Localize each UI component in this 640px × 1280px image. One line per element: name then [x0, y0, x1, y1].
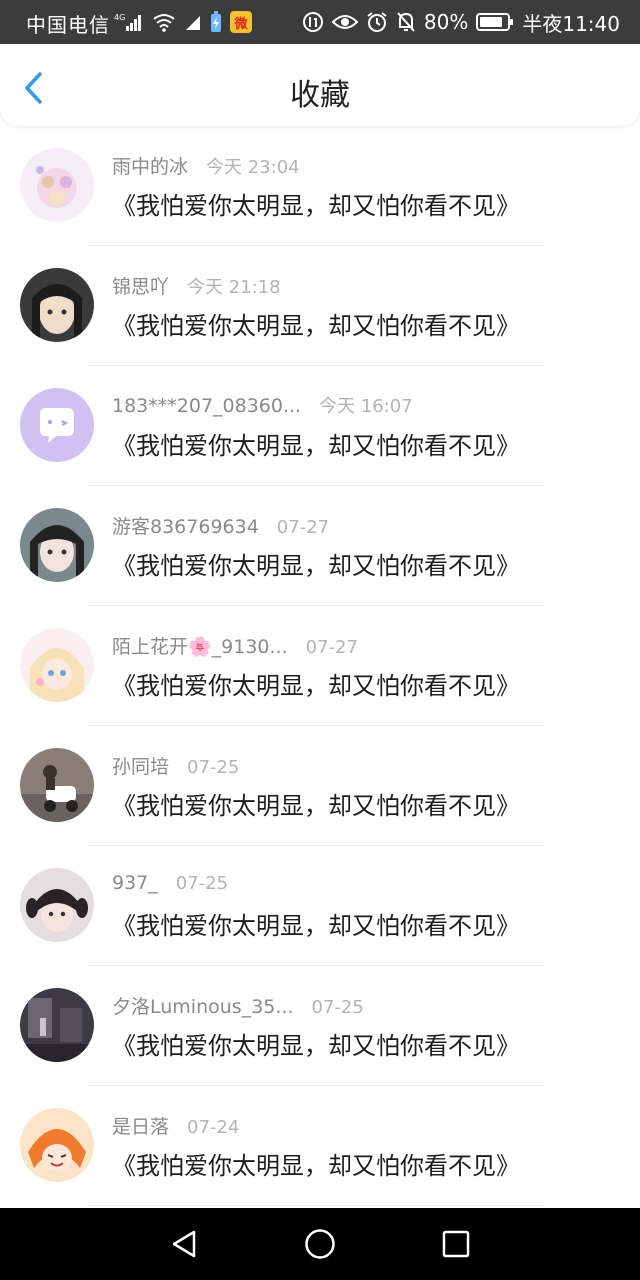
- avatar[interactable]: [20, 748, 94, 822]
- favorite-title[interactable]: 《我怕爱你太明显，却又怕你看不见》: [112, 1026, 520, 1061]
- avatar[interactable]: [20, 988, 94, 1062]
- item-meta: 雨中的冰 今天 23:04: [112, 152, 300, 180]
- avatar[interactable]: [20, 1108, 94, 1182]
- list-item[interactable]: 游客836769634 07-27 《我怕爱你太明显，却又怕你看不见》: [0, 486, 640, 606]
- favorite-title[interactable]: 《我怕爱你太明显，却又怕你看不见》: [112, 306, 520, 341]
- avatar-image: [20, 508, 94, 582]
- alarm-icon: [367, 12, 387, 32]
- username[interactable]: 孙同培: [112, 752, 169, 779]
- avatar-image: [20, 268, 94, 342]
- nav-back-button[interactable]: [168, 1228, 200, 1260]
- status-right: 80% 半夜11:40: [302, 8, 620, 36]
- eye-comfort-icon: [331, 15, 358, 29]
- battery-percent: 80%: [423, 10, 469, 34]
- system-nav-bar: [0, 1208, 640, 1280]
- timestamp: 07-25: [187, 757, 240, 778]
- triangle-back-icon: [172, 1230, 196, 1258]
- timestamp: 07-24: [187, 1117, 240, 1138]
- list-item[interactable]: 雨中的冰 今天 23:04 《我怕爱你太明显，却又怕你看不见》: [0, 126, 640, 246]
- list-item[interactable]: 陌上花开🌸_9130... 07-27 《我怕爱你太明显，却又怕你看不见》: [0, 606, 640, 726]
- timestamp: 今天 23:04: [206, 157, 300, 178]
- item-meta: 孙同培 07-25: [112, 752, 239, 780]
- default-avatar-icon: [20, 388, 94, 462]
- username[interactable]: 锦思吖: [112, 272, 169, 299]
- timestamp: 07-27: [276, 517, 330, 538]
- list-item[interactable]: 孙同培 07-25 《我怕爱你太明显，却又怕你看不见》: [0, 726, 640, 846]
- username[interactable]: 游客836769634: [112, 512, 259, 539]
- timestamp: 今天 16:07: [319, 396, 413, 417]
- avatar-image: [20, 868, 94, 942]
- circle-home-icon: [305, 1229, 335, 1259]
- avatar-image: [20, 748, 94, 822]
- username[interactable]: 陌上花开🌸_9130...: [112, 632, 288, 659]
- avatar[interactable]: [20, 868, 94, 942]
- username[interactable]: 夕洛Luminous_35...: [112, 992, 293, 1019]
- divider: [86, 1205, 546, 1206]
- favorites-list: 雨中的冰 今天 23:04 《我怕爱你太明显，却又怕你看不见》 锦思吖 今天 2…: [0, 126, 640, 1206]
- svg-text:4G: 4G: [114, 13, 125, 22]
- list-item[interactable]: 夕洛Luminous_35... 07-25 《我怕爱你太明显，却又怕你看不见》: [0, 966, 640, 1086]
- status-left-icons: 4G 微: [114, 10, 252, 34]
- avatar-image: [20, 148, 94, 222]
- weibo-app-icon: 微: [230, 11, 252, 33]
- favorite-title[interactable]: 《我怕爱你太明显，却又怕你看不见》: [112, 426, 520, 461]
- list-item[interactable]: 183***207_08360... 今天 16:07 《我怕爱你太明显，却又怕…: [0, 366, 640, 486]
- username[interactable]: 是日落: [112, 1112, 169, 1139]
- wifi-icon: [153, 14, 175, 32]
- avatar[interactable]: [20, 388, 94, 462]
- timestamp: 07-27: [305, 637, 358, 658]
- item-meta: 陌上花开🌸_9130... 07-27: [112, 632, 358, 660]
- carrier-label: 中国电信: [26, 13, 110, 37]
- nav-home-button[interactable]: [304, 1228, 336, 1260]
- avatar[interactable]: [20, 268, 94, 342]
- avatar[interactable]: [20, 628, 94, 702]
- item-meta: 937_ 07-25: [112, 872, 228, 900]
- username[interactable]: 雨中的冰: [112, 152, 188, 179]
- data-transfer-icon: [186, 16, 200, 30]
- username[interactable]: 937_: [112, 872, 158, 894]
- favorite-title[interactable]: 《我怕爱你太明显，却又怕你看不见》: [112, 546, 520, 581]
- avatar-image: [20, 1108, 94, 1182]
- clock: 半夜11:40: [522, 11, 620, 36]
- avatar[interactable]: [20, 148, 94, 222]
- page-title: 收藏: [290, 78, 350, 113]
- item-meta: 183***207_08360... 今天 16:07: [112, 392, 413, 420]
- list-item[interactable]: 937_ 07-25 《我怕爱你太明显，却又怕你看不见》: [0, 846, 640, 966]
- item-meta: 是日落 07-24: [112, 1112, 239, 1140]
- avatar[interactable]: [20, 508, 94, 582]
- favorite-title[interactable]: 《我怕爱你太明显，却又怕你看不见》: [112, 906, 520, 941]
- list-item[interactable]: 锦思吖 今天 21:18 《我怕爱你太明显，却又怕你看不见》: [0, 246, 640, 366]
- list-item[interactable]: 是日落 07-24 《我怕爱你太明显，却又怕你看不见》: [0, 1086, 640, 1206]
- status-bar: 中国电信 4G 微 80% 半夜11:40: [0, 0, 640, 44]
- page-header: 收藏: [0, 44, 640, 126]
- signal-icon: 4G: [114, 13, 141, 31]
- nav-recents-button[interactable]: [440, 1228, 472, 1260]
- favorite-title[interactable]: 《我怕爱你太明显，却又怕你看不见》: [112, 666, 520, 701]
- username[interactable]: 183***207_08360...: [112, 395, 301, 417]
- favorite-title[interactable]: 《我怕爱你太明显，却又怕你看不见》: [112, 186, 520, 221]
- battery-icon: [476, 13, 514, 31]
- favorite-title[interactable]: 《我怕爱你太明显，却又怕你看不见》: [112, 786, 520, 821]
- timestamp: 今天 21:18: [187, 277, 281, 298]
- avatar-image: [20, 628, 94, 702]
- square-recents-icon: [442, 1230, 470, 1258]
- timestamp: 07-25: [175, 873, 229, 894]
- item-meta: 锦思吖 今天 21:18: [112, 272, 281, 300]
- data-saver-icon: [302, 12, 323, 32]
- charging-battery-icon: [211, 11, 221, 32]
- item-meta: 游客836769634 07-27: [112, 512, 329, 540]
- favorite-title[interactable]: 《我怕爱你太明显，却又怕你看不见》: [112, 1146, 520, 1181]
- timestamp: 07-25: [311, 997, 364, 1018]
- avatar-image: [20, 988, 94, 1062]
- item-meta: 夕洛Luminous_35... 07-25: [112, 992, 364, 1020]
- mute-icon: [397, 12, 415, 32]
